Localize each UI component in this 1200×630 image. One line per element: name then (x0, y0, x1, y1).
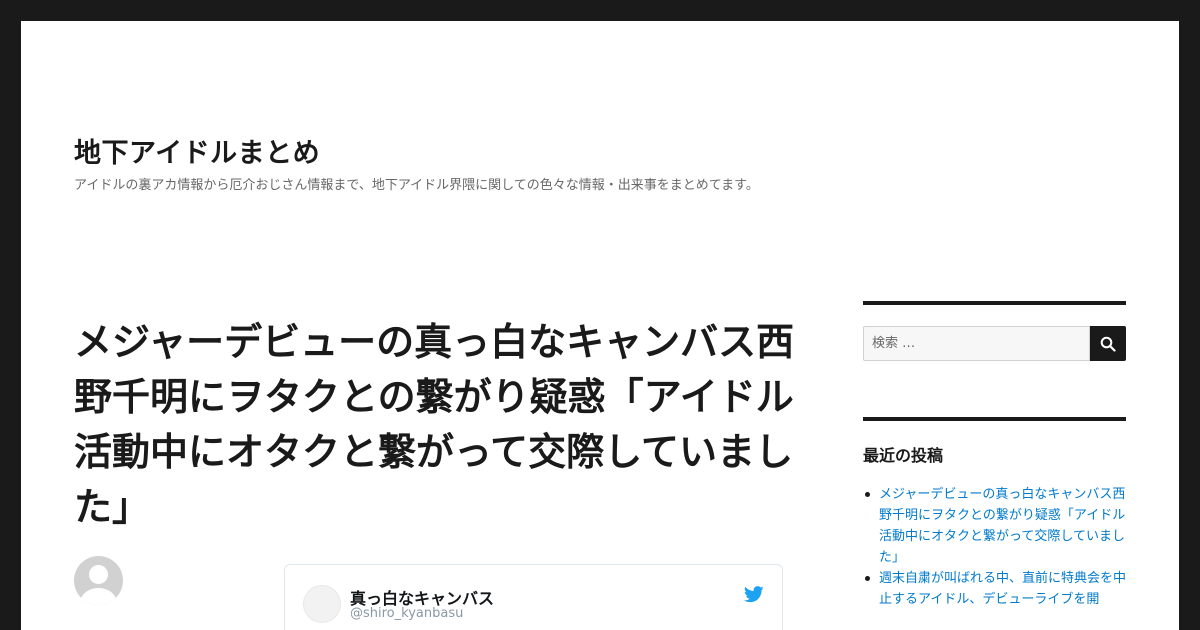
recent-post-link[interactable]: メジャーデビューの真っ白なキャンバス西野千明にヲタクとの繋がり疑惑「アイドル活動… (879, 487, 1125, 565)
recent-posts-heading: 最近の投稿 (863, 446, 944, 465)
avatar-body-shape (80, 588, 117, 605)
recent-post-link[interactable]: 週末自粛が叫ばれる中、直前に特典会を中止するアイドル、デビューライブを開 (879, 571, 1126, 607)
author-avatar[interactable] (74, 556, 123, 605)
list-item: メジャーデビューの真っ白なキャンバス西野千明にヲタクとの繋がり疑惑「アイドル活動… (863, 484, 1126, 568)
bullet-icon (865, 492, 870, 497)
site-page: 地下アイドルまとめ アイドルの裏アカ情報から厄介おじさん情報まで、地下アイドル界… (21, 21, 1179, 630)
bullet-icon (865, 576, 870, 581)
tweet-author-handle[interactable]: @shiro_kyanbasu (350, 606, 463, 621)
recent-posts-list: メジャーデビューの真っ白なキャンバス西野千明にヲタクとの繋がり疑惑「アイドル活動… (863, 484, 1126, 610)
embedded-tweet-card[interactable]: 真っ白なキャンバス @shiro_kyanbasu (284, 564, 783, 630)
list-item: 週末自粛が叫ばれる中、直前に特典会を中止するアイドル、デビューライブを開 (863, 568, 1126, 610)
site-title-link[interactable]: 地下アイドルまとめ (74, 131, 320, 170)
search-icon (1100, 336, 1116, 352)
search-form (863, 326, 1126, 361)
search-input[interactable] (863, 326, 1090, 361)
site-description: アイドルの裏アカ情報から厄介おじさん情報まで、地下アイドル界隈に関しての色々な情… (74, 178, 759, 193)
tweet-avatar[interactable] (303, 585, 341, 623)
search-submit-button[interactable] (1090, 326, 1126, 361)
post-title: メジャーデビューの真っ白なキャンバス西野千明にヲタクとの繋がり疑惑「アイドル活動… (74, 320, 795, 529)
recent-posts-divider (863, 417, 1126, 421)
twitter-bird-icon[interactable] (744, 586, 764, 603)
avatar-head-shape (89, 565, 108, 584)
search-widget-divider (863, 301, 1126, 305)
